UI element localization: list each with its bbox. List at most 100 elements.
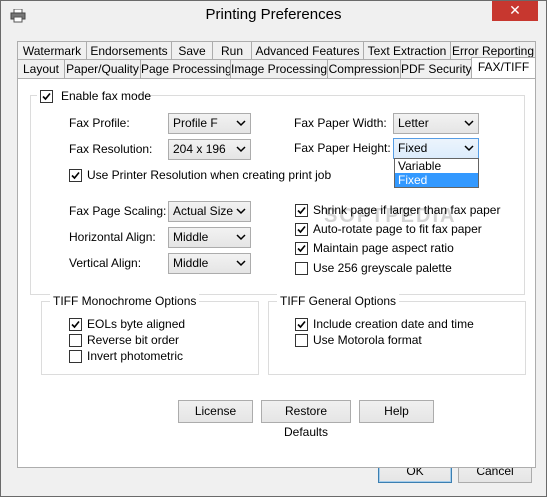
printing-preferences-window: Printing Preferences ✕ Watermark Endorse… [0, 0, 547, 497]
window-title: Printing Preferences [205, 6, 342, 23]
fax-profile-value: Profile F [173, 116, 218, 130]
chevron-down-icon [464, 145, 474, 152]
fax-paper-width-label: Fax Paper Width: [294, 116, 387, 130]
fax-profile-label: Fax Profile: [69, 116, 130, 130]
tab-endorsements[interactable]: Endorsements [86, 41, 172, 60]
tab-run[interactable]: Run [212, 41, 252, 60]
close-button[interactable]: ✕ [492, 1, 538, 21]
restore-defaults-button[interactable]: Restore Defaults [261, 400, 351, 439]
motorola-format-label: Use Motorola format [313, 333, 422, 347]
checkbox-box [295, 334, 308, 347]
chevron-down-icon [236, 260, 246, 267]
close-icon: ✕ [509, 2, 521, 18]
auto-rotate-checkbox[interactable]: Auto-rotate page to fit fax paper [295, 221, 482, 237]
title-bar: Printing Preferences ✕ [1, 1, 546, 32]
chevron-down-icon [236, 120, 246, 127]
tab-label: Text Extraction [367, 44, 447, 58]
enable-fax-mode-checkbox[interactable]: Enable fax mode [37, 88, 151, 104]
checkbox-box [295, 262, 308, 275]
motorola-format-checkbox[interactable]: Use Motorola format [295, 332, 422, 348]
checkbox-box [295, 242, 308, 255]
fax-paper-height-select[interactable]: Fixed [393, 138, 479, 159]
tab-label: Error Reporting [451, 44, 535, 58]
tiff-general-title: TIFF General Options [277, 294, 400, 308]
use-printer-resolution-checkbox[interactable]: Use Printer Resolution when creating pri… [69, 167, 331, 183]
tab-pdf-security[interactable]: PDF Security [400, 59, 472, 78]
fax-paper-width-select[interactable]: Letter [393, 113, 479, 134]
license-button[interactable]: License [178, 400, 253, 423]
checkbox-box [69, 318, 82, 331]
tab-label: Paper/Quality [66, 62, 139, 76]
tab-label: Advanced Features [255, 44, 360, 58]
tab-label: Save [178, 44, 206, 58]
checkbox-box [295, 204, 308, 217]
fax-page-scaling-value: Actual Size [173, 204, 234, 218]
checkbox-box [69, 350, 82, 363]
maintain-aspect-checkbox[interactable]: Maintain page aspect ratio [295, 240, 454, 256]
help-button[interactable]: Help [359, 400, 434, 423]
tab-label: Run [220, 44, 243, 58]
tab-text-extraction[interactable]: Text Extraction [363, 41, 451, 60]
include-creation-date-label: Include creation date and time [313, 317, 474, 331]
tab-label: Page Processing [141, 62, 232, 76]
tab-image-processing[interactable]: Image Processing [230, 59, 328, 78]
invert-photometric-checkbox[interactable]: Invert photometric [69, 348, 183, 364]
checkmark-icon [71, 171, 80, 180]
checkbox-box [295, 318, 308, 331]
tiff-monochrome-title: TIFF Monochrome Options [50, 294, 200, 308]
dialog-client: Watermark Endorsements Save Run Advanced… [9, 32, 538, 490]
fax-resolution-label: Fax Resolution: [69, 142, 153, 156]
shrink-page-checkbox[interactable]: Shrink page if larger than fax paper [295, 202, 500, 218]
tab-paper-quality[interactable]: Paper/Quality [64, 59, 141, 78]
checkmark-icon [71, 320, 80, 329]
fax-paper-width-value: Letter [398, 116, 429, 130]
checkbox-box [40, 90, 53, 103]
chevron-down-icon [464, 120, 474, 127]
tab-advanced-features[interactable]: Advanced Features [251, 41, 364, 60]
horizontal-align-value: Middle [173, 230, 209, 244]
use-printer-resolution-label: Use Printer Resolution when creating pri… [87, 168, 332, 182]
fax-profile-select[interactable]: Profile F [168, 113, 251, 134]
maintain-aspect-label: Maintain page aspect ratio [313, 241, 454, 255]
vertical-align-label: Vertical Align: [69, 256, 142, 270]
dropdown-option-fixed[interactable]: Fixed [395, 173, 478, 187]
checkbox-box [69, 334, 82, 347]
checkmark-icon [42, 92, 51, 101]
reverse-bit-order-checkbox[interactable]: Reverse bit order [69, 332, 179, 348]
checkmark-icon [297, 320, 306, 329]
fax-paper-height-dropdown: Variable Fixed [394, 158, 479, 188]
checkmark-icon [297, 206, 306, 215]
fax-tiff-panel: SOFTPEDIA Enable fax mode Fax Profile: P… [17, 78, 536, 468]
eols-byte-aligned-label: EOLs byte aligned [87, 317, 186, 331]
chevron-down-icon [236, 146, 246, 153]
tab-label: FAX/TIFF [477, 60, 530, 74]
include-creation-date-checkbox[interactable]: Include creation date and time [295, 316, 474, 332]
tab-watermark[interactable]: Watermark [17, 41, 87, 60]
fax-paper-height-value: Fixed [398, 141, 428, 155]
vertical-align-select[interactable]: Middle [168, 253, 251, 274]
greyscale-palette-label: Use 256 greyscale palette [313, 261, 452, 275]
greyscale-palette-checkbox[interactable]: Use 256 greyscale palette [295, 260, 452, 276]
checkmark-icon [297, 225, 306, 234]
tab-label: PDF Security [401, 62, 472, 76]
horizontal-align-label: Horizontal Align: [69, 230, 156, 244]
tab-label: Endorsements [90, 44, 168, 58]
dropdown-option-variable[interactable]: Variable [395, 159, 478, 173]
tab-page-processing[interactable]: Page Processing [140, 59, 232, 78]
enable-fax-mode-label: Enable fax mode [61, 89, 152, 103]
fax-page-scaling-select[interactable]: Actual Size [168, 201, 251, 222]
checkbox-box [295, 223, 308, 236]
tab-compression[interactable]: Compression [327, 59, 401, 78]
tab-label: Image Processing [231, 62, 328, 76]
tab-fax-tiff[interactable]: FAX/TIFF [471, 57, 536, 78]
eols-byte-aligned-checkbox[interactable]: EOLs byte aligned [69, 316, 185, 332]
fax-resolution-value: 204 x 196 [173, 142, 226, 156]
tab-label: Compression [328, 62, 400, 76]
fax-page-scaling-label: Fax Page Scaling: [69, 204, 167, 218]
tab-save[interactable]: Save [171, 41, 213, 60]
fax-resolution-select[interactable]: 204 x 196 [168, 139, 251, 160]
checkmark-icon [297, 244, 306, 253]
tab-layout[interactable]: Layout [17, 59, 65, 78]
horizontal-align-select[interactable]: Middle [168, 227, 251, 248]
tab-label: Watermark [22, 44, 82, 58]
